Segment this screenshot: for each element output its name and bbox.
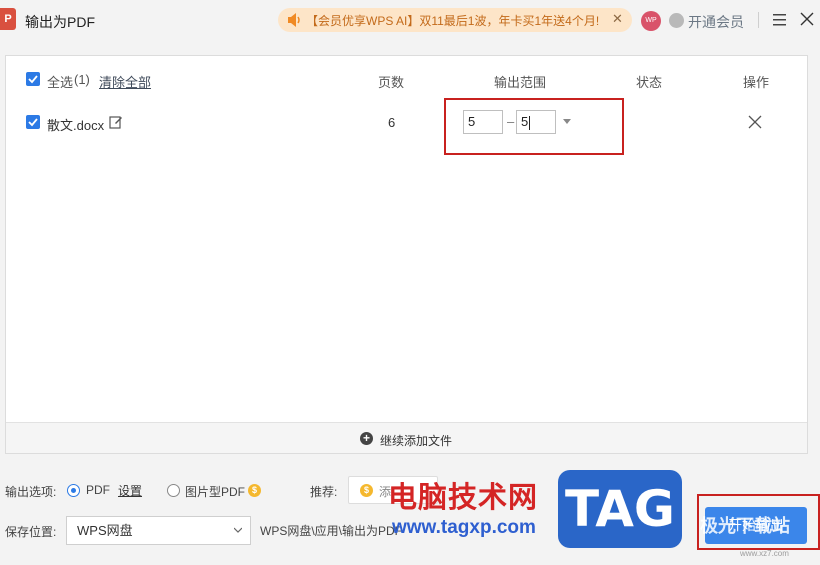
- column-header-actions: 操作: [743, 75, 770, 90]
- recommend-label: 推荐:: [310, 485, 338, 499]
- close-window-icon[interactable]: [800, 12, 814, 26]
- image-pdf-radio[interactable]: [167, 484, 180, 497]
- vip-link[interactable]: 开通会员: [688, 12, 744, 32]
- promo-close-icon[interactable]: ✕: [612, 11, 623, 27]
- check-icon: [28, 75, 38, 84]
- save-location-select[interactable]: WPS网盘: [66, 516, 251, 545]
- image-pdf-label: 图片型PDF: [185, 485, 246, 499]
- check-icon: [28, 118, 38, 127]
- chevron-down-icon: [234, 527, 242, 533]
- select-all-count: (1): [74, 72, 90, 87]
- output-options-label: 输出选项:: [5, 485, 57, 499]
- promo-text: 【会员优享WPS AI】双11最后1波，年卡买1年送4个月!: [306, 14, 600, 28]
- select-all-label: 全选: [47, 75, 74, 90]
- menu-icon[interactable]: [773, 14, 786, 26]
- remove-file-icon[interactable]: [748, 115, 762, 129]
- column-header-status: 状态: [636, 75, 663, 90]
- plus-circle-icon: +: [360, 432, 373, 445]
- user-avatar[interactable]: WP: [641, 11, 661, 31]
- watermark-site-name: 电脑技术网: [388, 482, 539, 514]
- add-more-files-button[interactable]: + 继续添加文件: [6, 422, 807, 453]
- range-highlight-box: [444, 98, 624, 155]
- select-all-checkbox[interactable]: [26, 72, 40, 86]
- save-location-value: WPS网盘: [77, 523, 133, 538]
- page-count: 6: [388, 115, 396, 130]
- title-separator: [758, 12, 759, 28]
- watermark-tag-logo: TAG: [558, 470, 682, 548]
- save-location-label: 保存位置:: [5, 525, 57, 539]
- file-list-panel: 全选 (1) 清除全部 页数 输出范围 状态 操作 散文.docx 6 5 – …: [5, 55, 808, 454]
- clear-all-link[interactable]: 清除全部: [99, 72, 151, 91]
- add-more-label: 继续添加文件: [380, 434, 453, 448]
- speaker-icon: [288, 13, 300, 27]
- promo-banner[interactable]: 【会员优享WPS AI】双11最后1波，年卡买1年送4个月! ✕: [278, 8, 632, 32]
- edit-icon[interactable]: [109, 115, 123, 129]
- wps-pdf-app-icon: P: [0, 8, 16, 30]
- vip-icon: [669, 13, 684, 28]
- premium-coin-icon: $: [248, 484, 261, 497]
- file-checkbox[interactable]: [26, 115, 40, 129]
- save-path: WPS网盘\应用\输出为PDF: [260, 524, 403, 538]
- column-header-range: 输出范围: [494, 75, 547, 90]
- watermark-corner-url: www.xz7.com: [740, 549, 789, 558]
- watermark-site-url: www.tagxp.com: [392, 517, 536, 538]
- premium-coin-icon: $: [360, 484, 373, 497]
- watermark-corner-name: 极光下载站: [700, 516, 790, 536]
- file-name: 散文.docx: [47, 118, 105, 133]
- column-header-pages: 页数: [378, 75, 405, 90]
- pdf-label: PDF: [86, 483, 110, 497]
- settings-link[interactable]: 设置: [118, 482, 142, 499]
- title-bar: P 输出为PDF 【会员优享WPS AI】双11最后1波，年卡买1年送4个月! …: [0, 0, 820, 42]
- window-title: 输出为PDF: [25, 14, 95, 30]
- pdf-radio[interactable]: [67, 484, 80, 497]
